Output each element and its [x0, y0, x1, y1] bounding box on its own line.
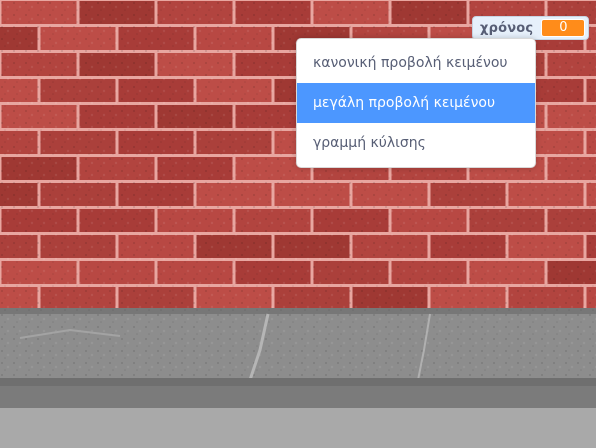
monitor-label: χρόνος — [480, 20, 534, 36]
menu-item-large-readout[interactable]: μεγάλη προβολή κειμένου — [297, 83, 535, 123]
menu-item-slider[interactable]: γραμμή κύλισης — [297, 123, 535, 163]
monitor-context-menu: κανονική προβολή κειμένου μεγάλη προβολή… — [296, 38, 536, 168]
variable-monitor[interactable]: χρόνος 0 — [472, 16, 590, 40]
curb-top — [0, 378, 596, 386]
sidewalk-texture — [0, 308, 596, 380]
menu-item-normal-readout[interactable]: κανονική προβολή κειμένου — [297, 43, 535, 83]
curb-face — [0, 386, 596, 410]
monitor-value: 0 — [541, 19, 586, 37]
street — [0, 408, 596, 448]
